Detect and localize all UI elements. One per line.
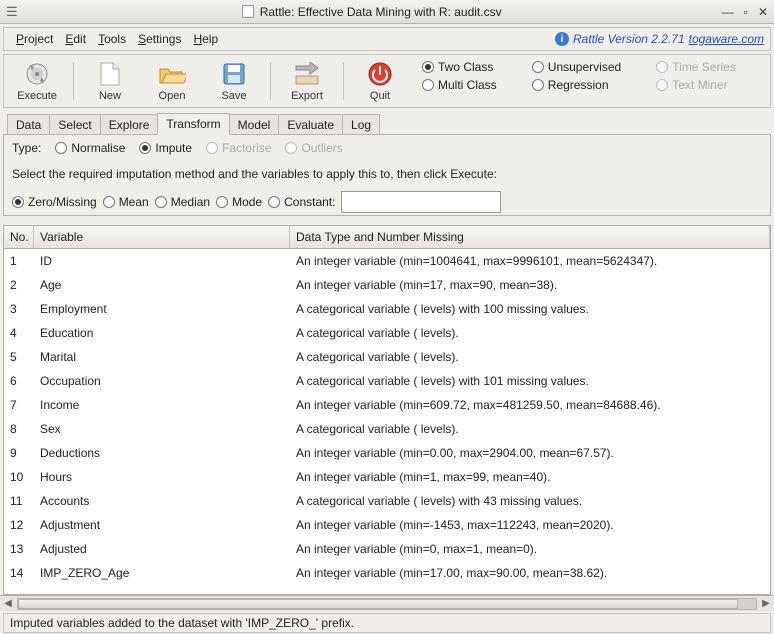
mode-radio-two-class[interactable]: Two Class xyxy=(422,60,526,74)
titlebar: ☰ Rattle: Effective Data Mining with R: … xyxy=(0,0,774,24)
table-row[interactable]: 2AgeAn integer variable (min=17, max=90,… xyxy=(4,273,770,297)
mode-radio-unsupervised[interactable]: Unsupervised xyxy=(532,60,651,74)
type-radio-outliers: Outliers xyxy=(285,141,342,155)
status-bar: Imputed variables added to the dataset w… xyxy=(3,613,771,633)
horizontal-scrollbar[interactable]: ◀ ▶ xyxy=(0,595,774,611)
type-radio-normalise[interactable]: Normalise xyxy=(55,141,125,155)
new-button[interactable]: New xyxy=(82,58,138,104)
tab-select[interactable]: Select xyxy=(49,114,100,135)
menubar: ProjectEditToolsSettingsHelp i Rattle Ve… xyxy=(3,27,771,51)
method-radio-constant[interactable]: Constant: xyxy=(268,195,335,209)
mode-radio-regression[interactable]: Regression xyxy=(532,78,651,92)
export-icon xyxy=(293,60,321,88)
scrollbar-thumb[interactable] xyxy=(18,599,738,609)
version-label: i Rattle Version 2.2.71 togaware.com xyxy=(555,32,764,46)
new-icon xyxy=(96,60,124,88)
tab-transform[interactable]: Transform xyxy=(157,113,229,135)
tab-evaluate[interactable]: Evaluate xyxy=(278,114,343,135)
table-body[interactable]: 1IDAn integer variable (min=1004641, max… xyxy=(4,249,770,594)
scroll-left-icon[interactable]: ◀ xyxy=(0,598,16,609)
tab-data[interactable]: Data xyxy=(7,114,50,135)
tab-model[interactable]: Model xyxy=(229,114,280,135)
table-row[interactable]: 6OccupationA categorical variable ( leve… xyxy=(4,369,770,393)
save-icon xyxy=(220,60,248,88)
table-row[interactable]: 5MaritalA categorical variable ( levels)… xyxy=(4,345,770,369)
window-menu-icon[interactable]: ☰ xyxy=(6,4,18,20)
method-radio-zeromissing[interactable]: Zero/Missing xyxy=(12,195,97,209)
execute-icon xyxy=(23,60,51,88)
table-row[interactable]: 11AccountsA categorical variable ( level… xyxy=(4,489,770,513)
transform-panel: Type: Normalise Impute Factorise Outliers S… xyxy=(3,134,771,216)
info-icon: i xyxy=(555,32,569,46)
method-radio-mean[interactable]: Mean xyxy=(103,195,149,209)
toolbar: Execute New Open Save Export Quit Two Cl… xyxy=(3,54,771,108)
mode-radio-multi-class[interactable]: Multi Class xyxy=(422,78,526,92)
table-row[interactable]: 3EmploymentA categorical variable ( leve… xyxy=(4,297,770,321)
type-label: Type: xyxy=(12,141,41,155)
variables-table: No. Variable Data Type and Number Missin… xyxy=(3,225,771,595)
version-link[interactable]: togaware.com xyxy=(689,32,764,46)
col-no[interactable]: No. xyxy=(4,226,34,248)
execute-button[interactable]: Execute xyxy=(9,58,65,104)
table-row[interactable]: 12AdjustmentAn integer variable (min=-14… xyxy=(4,513,770,537)
quit-icon xyxy=(366,60,394,88)
menu-edit[interactable]: Edit xyxy=(59,30,92,48)
table-row[interactable]: 10HoursAn integer variable (min=1, max=9… xyxy=(4,465,770,489)
col-desc[interactable]: Data Type and Number Missing xyxy=(290,226,770,248)
separator xyxy=(73,62,74,100)
scroll-right-icon[interactable]: ▶ xyxy=(758,598,774,609)
tab-log[interactable]: Log xyxy=(342,114,380,135)
tabbar: DataSelectExploreTransformModelEvaluateL… xyxy=(3,111,771,135)
maximize-button[interactable]: ▫ xyxy=(744,5,748,19)
method-radio-median[interactable]: Median xyxy=(155,195,210,209)
menu-project[interactable]: Project xyxy=(10,30,59,48)
open-icon xyxy=(158,60,186,88)
table-row[interactable]: 8SexA categorical variable ( levels). xyxy=(4,417,770,441)
constant-input[interactable] xyxy=(341,191,501,213)
close-button[interactable]: ✕ xyxy=(758,5,768,19)
mode-radio-text-miner: Text Miner xyxy=(656,78,765,92)
quit-button[interactable]: Quit xyxy=(352,58,408,104)
open-button[interactable]: Open xyxy=(144,58,200,104)
table-row[interactable]: 1IDAn integer variable (min=1004641, max… xyxy=(4,249,770,273)
table-row[interactable]: 7IncomeAn integer variable (min=609.72, … xyxy=(4,393,770,417)
menu-tools[interactable]: Tools xyxy=(92,30,132,48)
table-row[interactable]: 13AdjustedAn integer variable (min=0, ma… xyxy=(4,537,770,561)
export-button[interactable]: Export xyxy=(279,58,335,104)
separator xyxy=(270,62,271,100)
table-row[interactable]: 14IMP_ZERO_AgeAn integer variable (min=1… xyxy=(4,561,770,585)
tab-explore[interactable]: Explore xyxy=(100,114,159,135)
separator xyxy=(343,62,344,100)
window-title: Rattle: Effective Data Mining with R: au… xyxy=(260,5,502,19)
menu-settings[interactable]: Settings xyxy=(132,30,187,48)
minimize-button[interactable]: — xyxy=(722,5,734,19)
mode-radio-time-series: Time Series xyxy=(656,60,765,74)
table-header: No. Variable Data Type and Number Missin… xyxy=(4,226,770,249)
table-row[interactable]: 9DeductionsAn integer variable (min=0.00… xyxy=(4,441,770,465)
document-icon xyxy=(242,5,254,18)
instruction-text: Select the required imputation method an… xyxy=(12,167,762,181)
col-variable[interactable]: Variable xyxy=(34,226,290,248)
menu-help[interactable]: Help xyxy=(187,30,224,48)
table-row[interactable]: 4EducationA categorical variable ( level… xyxy=(4,321,770,345)
type-radio-factorise: Factorise xyxy=(206,141,271,155)
type-radio-impute[interactable]: Impute xyxy=(139,141,192,155)
method-radio-mode[interactable]: Mode xyxy=(216,195,262,209)
save-button[interactable]: Save xyxy=(206,58,262,104)
